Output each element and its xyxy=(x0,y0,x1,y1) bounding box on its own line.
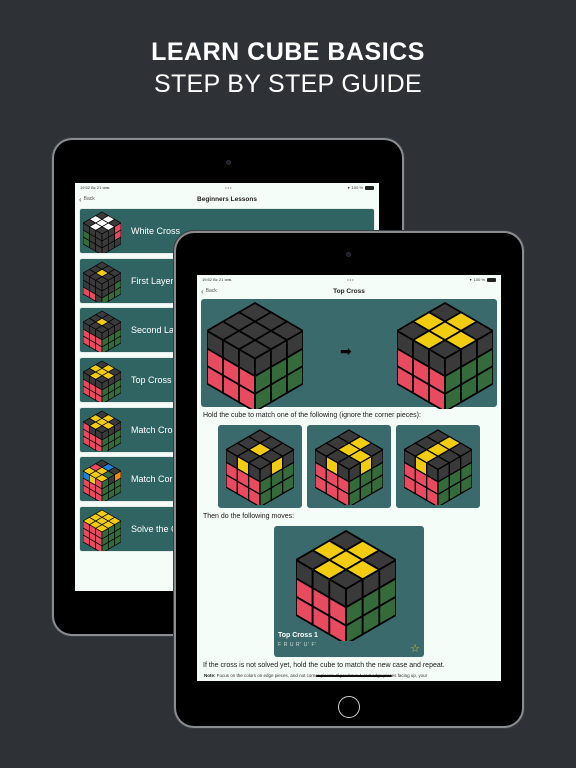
status-bar: 19:52 Вс 21 янв. ••• ▾ 100 % xyxy=(75,183,379,192)
hold-instruction: Hold the cube to match one of the follow… xyxy=(203,412,421,419)
cube-top-cross-icon xyxy=(82,359,125,405)
battery-level: 100 % xyxy=(473,277,485,282)
status-bar: 19:52 Вс 21 янв. ••• ▾ 100 % xyxy=(197,275,501,284)
case-card xyxy=(218,425,302,508)
cube-after-icon xyxy=(397,302,493,409)
cube-algorithm-icon xyxy=(296,529,396,641)
cube-first-layer-icon xyxy=(82,261,122,306)
battery-icon xyxy=(487,277,496,282)
algorithm-card[interactable]: Top Cross 1 F R U R' U' F' ☆ xyxy=(274,526,424,657)
lesson-label: First Layer xyxy=(131,275,174,286)
back-button[interactable]: ‹ Back xyxy=(79,194,95,204)
nav-bar: ‹ Back Top Cross xyxy=(197,284,501,298)
status-date: Вс 21 янв. xyxy=(213,277,233,282)
wifi-icon: ▾ xyxy=(469,277,472,282)
cube-white-cross-icon xyxy=(82,211,122,256)
cube-white-cross-icon xyxy=(82,210,125,256)
battery-icon xyxy=(365,185,374,190)
status-time: 19:52 xyxy=(202,277,213,282)
cube-match-corners-icon xyxy=(82,458,125,504)
camera xyxy=(226,160,231,165)
back-label: Back xyxy=(83,196,95,202)
status-date: Вс 21 янв. xyxy=(91,185,111,190)
lesson-label: Match Cross xyxy=(131,424,182,435)
cube-solved-icon xyxy=(82,508,125,554)
multitask-dots: ••• xyxy=(225,185,233,190)
algorithm-moves: F R U R' U' F' xyxy=(278,642,317,648)
note-label: Note: xyxy=(204,673,216,678)
wifi-icon: ▾ xyxy=(347,185,350,190)
cube-before-icon xyxy=(207,302,303,409)
cube-case-icon xyxy=(226,429,294,505)
cube-second-layer-icon xyxy=(82,309,125,355)
page-title: Beginners Lessons xyxy=(197,195,257,203)
cube-second-layer-icon xyxy=(82,310,122,355)
cube-solved-icon xyxy=(82,509,122,554)
algorithm-name: Top Cross 1 xyxy=(278,632,318,639)
chevron-left-icon: ‹ xyxy=(79,194,82,204)
moves-instruction: Then do the following moves: xyxy=(203,513,295,520)
case-list xyxy=(201,425,497,508)
back-label: Back xyxy=(205,288,217,294)
nav-bar: ‹ Back Beginners Lessons xyxy=(75,192,379,206)
cube-match-cross-icon xyxy=(82,409,125,455)
camera xyxy=(346,252,351,257)
home-button[interactable] xyxy=(338,696,360,718)
lesson-label: Top Cross xyxy=(131,375,172,386)
scrollbar[interactable] xyxy=(316,675,392,677)
arrow-right-icon: ➡ xyxy=(340,343,352,359)
case-card xyxy=(307,425,391,508)
cube-match-cross-icon xyxy=(82,410,122,455)
ipad-front: 19:52 Вс 21 янв. ••• ▾ 100 % ‹ Back Top Cr… xyxy=(176,233,522,726)
chevron-left-icon: ‹ xyxy=(201,286,204,296)
battery-level: 100 % xyxy=(351,185,363,190)
before-after-illustration: ➡ xyxy=(201,299,497,409)
multitask-dots: ••• xyxy=(347,277,355,282)
page-title: Top Cross xyxy=(333,287,365,295)
repeat-instruction: If the cross is not solved yet, hold the… xyxy=(203,662,445,669)
status-time: 19:52 xyxy=(80,185,91,190)
cube-case-icon xyxy=(315,429,383,505)
top-cross-screen: 19:52 Вс 21 янв. ••• ▾ 100 % ‹ Back Top Cr… xyxy=(197,275,501,681)
cube-top-cross-icon xyxy=(82,360,122,405)
case-card xyxy=(396,425,480,508)
headline-subtitle: STEP BY STEP GUIDE xyxy=(154,70,422,98)
cube-case-icon xyxy=(404,429,472,505)
lesson-label: White Cross xyxy=(131,226,181,236)
headline-title: LEARN CUBE BASICS xyxy=(151,38,425,66)
star-outline-icon[interactable]: ☆ xyxy=(410,642,420,655)
cube-match-corners-icon xyxy=(82,460,122,504)
cube-first-layer-icon xyxy=(82,260,125,306)
back-button[interactable]: ‹ Back xyxy=(201,286,217,296)
